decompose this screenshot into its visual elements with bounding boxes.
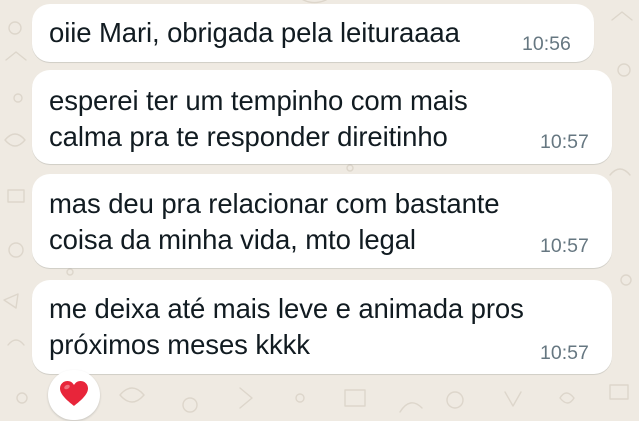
message-timestamp: 10:57 [540, 235, 589, 257]
message-line: mas deu pra relacionar com bastante [49, 188, 500, 219]
message-bubble[interactable]: esperei ter um tempinho com mais calma p… [32, 70, 612, 164]
message-line: esperei ter um tempinho com mais [49, 85, 468, 116]
message-bubble[interactable]: oiie Mari, obrigada pela leituraaaa 10:5… [32, 4, 594, 62]
red-heart-icon [60, 381, 88, 406]
message-line: calma pra te responder direitinho [49, 121, 448, 152]
message-line: oiie Mari, obrigada pela leituraaaa [49, 17, 460, 48]
message-text: me deixa até mais leve e animada pros pr… [49, 291, 524, 363]
chat-message-list: oiie Mari, obrigada pela leituraaaa 10:5… [0, 0, 639, 421]
message-timestamp: 10:57 [540, 131, 589, 153]
message-text: mas deu pra relacionar com bastante cois… [49, 186, 500, 258]
message-reaction[interactable] [48, 370, 100, 420]
message-text: esperei ter um tempinho com mais calma p… [49, 83, 468, 155]
message-line: próximos meses kkkk [49, 329, 310, 360]
message-line: coisa da minha vida, mto legal [49, 224, 416, 255]
message-bubble[interactable]: mas deu pra relacionar com bastante cois… [32, 174, 612, 268]
message-text: oiie Mari, obrigada pela leituraaaa [49, 15, 460, 51]
message-timestamp: 10:57 [540, 342, 589, 364]
message-bubble[interactable]: me deixa até mais leve e animada pros pr… [32, 280, 612, 374]
message-line: me deixa até mais leve e animada pros [49, 293, 524, 324]
message-timestamp: 10:56 [522, 33, 571, 55]
